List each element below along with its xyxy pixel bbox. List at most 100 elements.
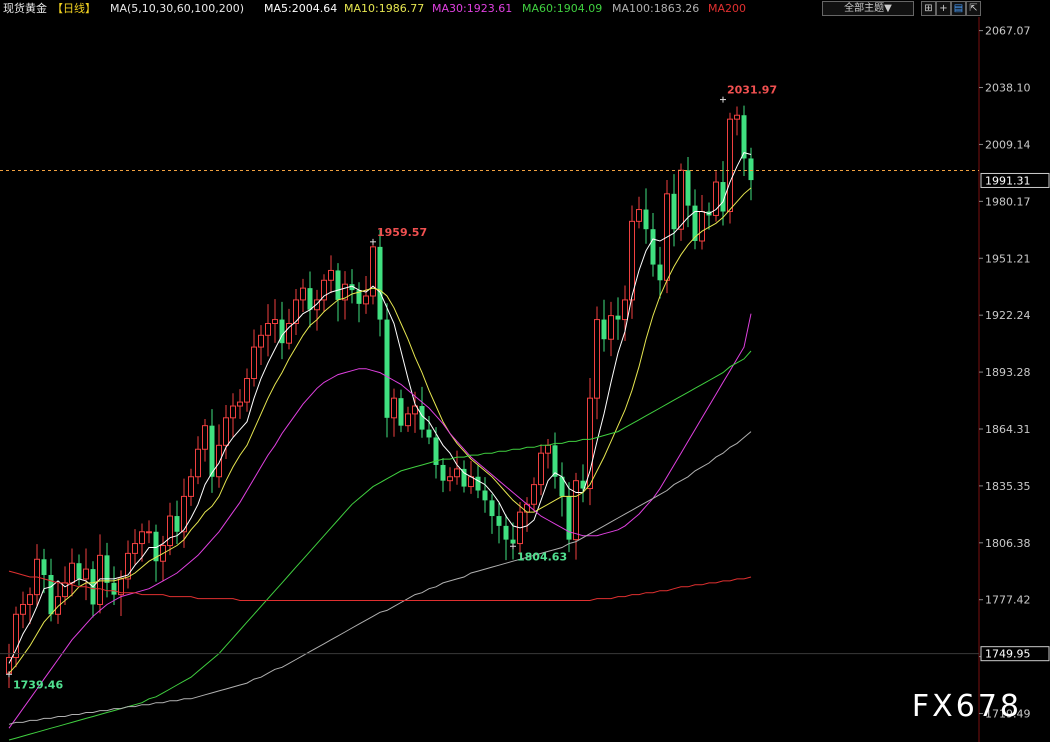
ma10-value: MA10:1986.77 [344, 2, 425, 15]
candle-body-down [671, 193, 677, 230]
candle-body-up [300, 287, 306, 301]
candle-body-up [538, 452, 544, 486]
watermark-logo: FX678 [911, 689, 1022, 724]
candle-body-down [76, 563, 82, 579]
candle-body-up [678, 169, 684, 230]
ma-params: MA(5,10,30,60,100,200) [110, 2, 245, 15]
candle-body-down [552, 445, 558, 477]
candle-body-up [251, 346, 257, 380]
instrument-name: 现货黄金 [3, 2, 47, 15]
candle-body-up [727, 118, 733, 213]
candle-body-down [601, 319, 607, 340]
y-tick-label: 1777.42 [985, 594, 1031, 607]
candlestick-chart: 2067.07 2038.10 2009.14 1980.17 1951.21 1922.… [0, 17, 1050, 742]
candle-body-up [531, 484, 537, 505]
ma5-value: MA5:2004.64 [264, 2, 338, 15]
candle-body-up [321, 279, 327, 301]
candle-body-up [20, 603, 26, 615]
candle-body-down [650, 229, 656, 265]
candle-body-up [83, 568, 89, 580]
candle-body-up [447, 476, 453, 482]
y-tick-label: 1806.38 [985, 537, 1031, 550]
candle-body-down [174, 516, 180, 532]
candle-body-up [27, 594, 33, 605]
candle-body-up [545, 444, 551, 454]
candle-body-down [657, 264, 663, 281]
ma-line-ma60 [8, 350, 752, 741]
y-tick-label: 2067.07 [985, 25, 1031, 38]
candle-body-up [734, 114, 740, 120]
candle-body-down [510, 539, 516, 544]
candle-body-down [615, 315, 621, 320]
extreme-price-label: 2031.97 [727, 84, 777, 97]
candle-body-up [223, 417, 229, 446]
y-tick-label: 1864.31 [985, 423, 1031, 436]
candle-body-up [167, 515, 173, 547]
extreme-price-label: 1959.57 [377, 226, 427, 239]
candle-body-down [685, 170, 691, 206]
expand-icon[interactable]: ⇱ [966, 1, 981, 16]
candle-body-down [426, 429, 432, 438]
y-tick-label: 1951.21 [985, 252, 1031, 265]
candle-body-up [636, 209, 642, 222]
candle-body-down [748, 158, 754, 181]
candle-body-up [146, 531, 152, 534]
ma-line-ma100 [8, 431, 752, 725]
ma-line-ma30 [8, 313, 752, 729]
add-icon[interactable]: + [936, 1, 951, 16]
candle-body-up [363, 295, 369, 305]
candle-body-up [195, 448, 201, 478]
candle-body-up [405, 413, 411, 427]
candle-body-up [328, 269, 334, 281]
candle-body-up [622, 299, 628, 321]
chart-header: 现货黄金 【日线】 MA(5,10,30,60,100,200) MA5:200… [0, 0, 1050, 17]
candle-body-down [503, 525, 509, 540]
y-tick-label: 2038.10 [985, 82, 1031, 95]
low-price-label: 1749.95 [985, 648, 1031, 661]
candle-body-down [496, 516, 502, 526]
current-price-label: 1991.31 [985, 174, 1031, 187]
candle-body-up [272, 319, 278, 325]
candle-body-up [391, 397, 397, 419]
candle-body-down [111, 582, 117, 595]
candle-body-up [594, 319, 600, 399]
candle-body-down [566, 496, 572, 540]
candle-body-up [216, 444, 222, 478]
candle-body-up [258, 334, 264, 348]
extreme-price-label: 1739.46 [13, 678, 63, 691]
candle-body-down [377, 246, 383, 320]
candle-body-down [41, 559, 47, 575]
chart-icon[interactable]: ▤ [951, 1, 966, 16]
candle-body-down [335, 270, 341, 300]
y-tick-label: 1980.17 [985, 195, 1031, 208]
candle-body-up [230, 405, 236, 419]
candle-body-down [475, 476, 481, 491]
candle-body-up [132, 543, 138, 554]
theme-select-button[interactable]: 全部主题▼ [822, 1, 914, 16]
candle-body-up [699, 211, 705, 242]
candle-body-down [209, 425, 215, 477]
y-tick-label: 1893.28 [985, 366, 1031, 379]
candle-body-up [139, 531, 145, 545]
candle-body-down [384, 319, 390, 418]
candle-body-up [13, 613, 19, 659]
candle-body-up [188, 476, 194, 497]
candle-body-down [489, 500, 495, 517]
y-tick-label: 1835.35 [985, 480, 1031, 493]
candle-body-up [69, 562, 75, 584]
candle-body-up [573, 480, 579, 541]
grid-icon[interactable]: ⊞ [921, 1, 936, 16]
candle-body-up [454, 468, 460, 478]
candle-body-down [307, 288, 313, 310]
candle-body-up [97, 554, 103, 605]
candle-body-up [244, 378, 250, 403]
ma200-value: MA200 [708, 2, 747, 15]
y-tick-label: 2009.14 [985, 138, 1031, 151]
ma60-value: MA60:1904.09 [522, 2, 603, 15]
candle-body-up [265, 323, 271, 336]
candle-body-up [237, 401, 243, 407]
candle-body-down [398, 398, 404, 426]
extreme-price-label: 1804.63 [517, 550, 567, 563]
candle-body-up [608, 315, 614, 340]
period-label[interactable]: 【日线】 [52, 0, 96, 17]
